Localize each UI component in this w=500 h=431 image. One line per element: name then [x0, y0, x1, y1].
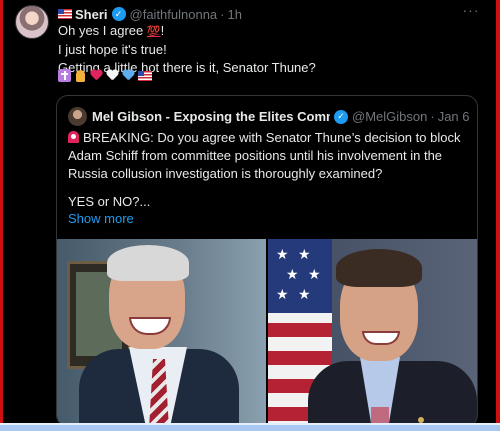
siren-icon — [68, 131, 79, 143]
photo-adam-schiff[interactable]: ★ ★ ★ ★ ★ ★ — [268, 239, 477, 426]
quoted-tweet[interactable]: Mel Gibson - Exposing the Elites Comment… — [56, 95, 478, 427]
window-frame-left — [0, 0, 3, 431]
quote-body: BREAKING: Do you agree with Senator Thun… — [68, 129, 473, 183]
verified-badge-icon: ✓ — [111, 7, 126, 21]
blue-heart-icon — [122, 69, 135, 82]
media-grid: ★ ★ ★ ★ ★ ★ — [57, 239, 477, 426]
us-flag-icon — [138, 71, 152, 81]
quote-text: BREAKING: Do you agree with Senator Thun… — [68, 130, 461, 181]
tweet-header: Sheri ✓ @faithfulnonna · 1h — [58, 5, 242, 23]
tweet-line-1: Oh yes I agree 💯! — [58, 23, 165, 38]
author-name[interactable]: Sheri — [75, 7, 108, 22]
tweet-line-2: I just hope it's true! — [58, 42, 167, 57]
latin-cross-icon — [58, 69, 71, 82]
quote-avatar[interactable] — [68, 107, 87, 126]
folded-hands-icon — [74, 69, 87, 82]
more-options-icon[interactable]: ··· — [460, 2, 482, 18]
tweet-time[interactable]: 1h — [228, 7, 242, 22]
separator-dot: · — [430, 109, 435, 124]
verified-badge-icon: ✓ — [334, 109, 348, 124]
us-flag-icon — [58, 9, 72, 19]
red-heart-icon — [90, 69, 103, 82]
show-more-link[interactable]: Show more — [68, 210, 134, 228]
author-handle[interactable]: @faithfulnonna — [130, 7, 218, 22]
window-frame-right — [496, 0, 500, 431]
avatar[interactable] — [15, 5, 49, 39]
quote-author-handle[interactable]: @MelGibson — [352, 109, 427, 124]
photo-senator-thune[interactable] — [57, 239, 266, 426]
white-heart-icon — [106, 69, 119, 82]
quote-author-name[interactable]: Mel Gibson - Exposing the Elites Comment — [92, 109, 330, 124]
hundred-points-icon: 💯 — [146, 26, 161, 38]
quote-header: Mel Gibson - Exposing the Elites Comment… — [92, 107, 472, 126]
quote-date[interactable]: Jan 6 — [438, 109, 470, 124]
separator-dot: · — [220, 6, 225, 22]
emoji-row — [58, 69, 152, 82]
quote-question: YES or NO?... — [68, 194, 151, 209]
